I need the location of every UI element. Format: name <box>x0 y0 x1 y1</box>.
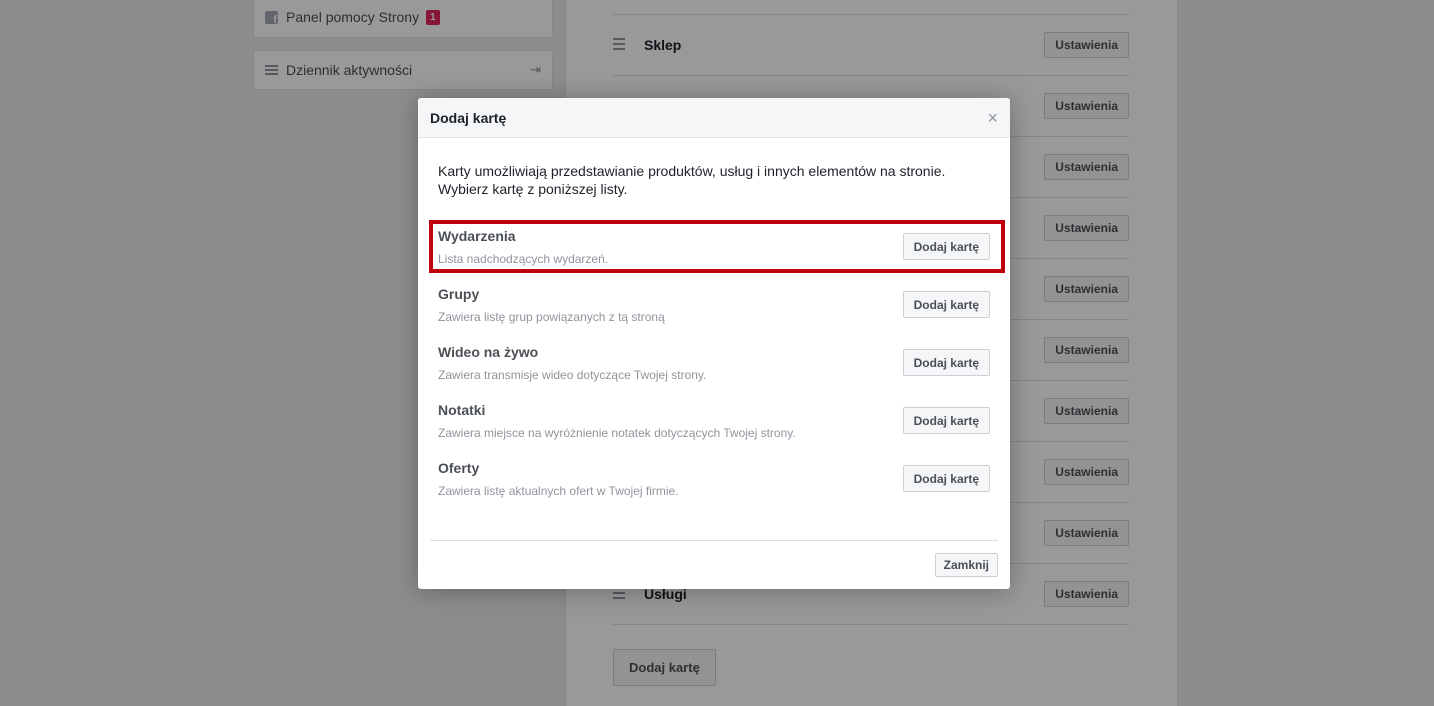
dialog-intro: Karty umożliwiają przedstawianie produkt… <box>438 163 946 197</box>
list-item-live-video: Wideo na żywo Zawiera transmisje wideo d… <box>438 344 990 396</box>
list-item-notes: Notatki Zawiera miejsce na wyróżnienie n… <box>438 402 990 454</box>
dialog-title: Dodaj kartę <box>430 110 507 126</box>
item-description: Zawiera transmisje wideo dotyczące Twoje… <box>438 368 707 382</box>
add-tab-button[interactable]: Dodaj kartę <box>902 349 990 376</box>
list-item-offers: Oferty Zawiera listę aktualnych ofert w … <box>438 460 990 512</box>
list-item-groups: Grupy Zawiera listę grup powiązanych z t… <box>438 286 990 338</box>
item-name: Grupy <box>438 286 480 302</box>
item-name: Oferty <box>438 460 480 476</box>
item-description: Zawiera listę aktualnych ofert w Twojej … <box>438 484 679 498</box>
item-description: Zawiera listę grup powiązanych z tą stro… <box>438 310 665 324</box>
add-tab-button[interactable]: Dodaj kartę <box>902 465 990 492</box>
close-button[interactable]: Zamknij <box>934 553 998 577</box>
item-name: Notatki <box>438 402 486 418</box>
highlight-box <box>429 220 1005 273</box>
item-description: Zawiera miejsce na wyróżnienie notatek d… <box>438 426 796 440</box>
dialog-divider <box>430 540 998 541</box>
item-name: Wideo na żywo <box>438 344 539 360</box>
dialog-header: Dodaj kartę × <box>418 98 1010 138</box>
close-icon[interactable]: × <box>987 109 998 127</box>
add-tab-button[interactable]: Dodaj kartę <box>902 407 990 434</box>
add-tab-dialog: Dodaj kartę × Karty umożliwiają przedsta… <box>418 98 1010 589</box>
add-tab-button[interactable]: Dodaj kartę <box>902 291 990 318</box>
